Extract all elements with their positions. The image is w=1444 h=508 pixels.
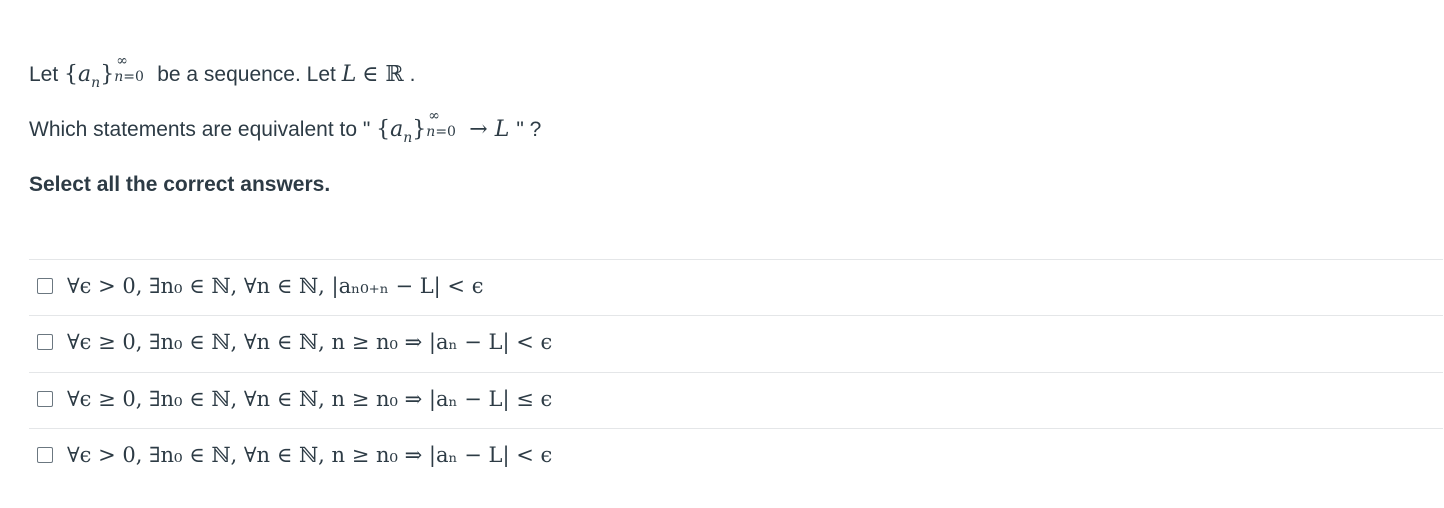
- question-line-2: Which statements are equivalent to " {an…: [29, 108, 542, 146]
- question-2-suffix: " ?: [516, 118, 542, 141]
- answer-option-1[interactable]: ∀ϵ > 0, ∃n₀ ∈ ℕ, ∀n ∈ ℕ, |aₙ₀₊ₙ − L| < ϵ: [29, 259, 1429, 313]
- question-middle: be a sequence. Let: [157, 63, 336, 86]
- answer-text: ∀ϵ ≥ 0, ∃n₀ ∈ ℕ, ∀n ∈ ℕ, n ≥ n₀ ⇒ |aₙ − …: [67, 330, 553, 354]
- instruction-text: Select all the correct answers.: [29, 173, 331, 196]
- answer-option-2[interactable]: ∀ϵ ≥ 0, ∃n₀ ∈ ℕ, ∀n ∈ ℕ, n ≥ n₀ ⇒ |aₙ − …: [29, 315, 1429, 369]
- answer-text: ∀ϵ > 0, ∃n₀ ∈ ℕ, ∀n ∈ ℕ, |aₙ₀₊ₙ − L| < ϵ: [67, 274, 484, 298]
- seq-sub: n: [403, 130, 413, 146]
- seq-sup: ∞: [428, 108, 440, 124]
- answer-option-4[interactable]: ∀ϵ > 0, ∃n₀ ∈ ℕ, ∀n ∈ ℕ, n ≥ n₀ ⇒ |aₙ − …: [29, 428, 1429, 482]
- checkbox[interactable]: [37, 391, 53, 407]
- brace-open: {: [376, 117, 391, 142]
- answer-text: ∀ϵ ≥ 0, ∃n₀ ∈ ℕ, ∀n ∈ ℕ, n ≥ n₀ ⇒ |aₙ − …: [67, 387, 553, 411]
- seq-var: a: [390, 117, 404, 142]
- sequence-notation: {an} ∞ n=0: [64, 53, 144, 91]
- answer-option-3[interactable]: ∀ϵ ≥ 0, ∃n₀ ∈ ℕ, ∀n ∈ ℕ, n ≥ n₀ ⇒ |aₙ − …: [29, 372, 1429, 426]
- checkbox[interactable]: [37, 447, 53, 463]
- question-line-1: Let {an} ∞ n=0 be a sequence. Let L ∈ ℝ .: [29, 53, 416, 91]
- brace-close: }: [412, 117, 427, 142]
- question-2-prefix: Which statements are equivalent to ": [29, 118, 371, 141]
- L-symbol: L: [341, 62, 357, 87]
- seq-sup: ∞: [116, 53, 128, 69]
- brace-close: }: [100, 62, 115, 87]
- seq-sub: n: [91, 75, 101, 91]
- answer-text: ∀ϵ > 0, ∃n₀ ∈ ℕ, ∀n ∈ ℕ, n ≥ n₀ ⇒ |aₙ − …: [67, 443, 553, 467]
- L-symbol: L: [494, 117, 510, 142]
- seq-var: a: [78, 62, 92, 87]
- brace-open: {: [64, 62, 79, 87]
- checkbox[interactable]: [37, 278, 53, 294]
- in-reals: ∈ ℝ: [362, 62, 404, 87]
- sequence-notation-2: {an} ∞ n=0 → L: [376, 108, 510, 146]
- checkbox[interactable]: [37, 334, 53, 350]
- arrow-symbol: →: [469, 117, 488, 142]
- question-prefix: Let: [29, 63, 59, 86]
- question-end: .: [409, 63, 416, 86]
